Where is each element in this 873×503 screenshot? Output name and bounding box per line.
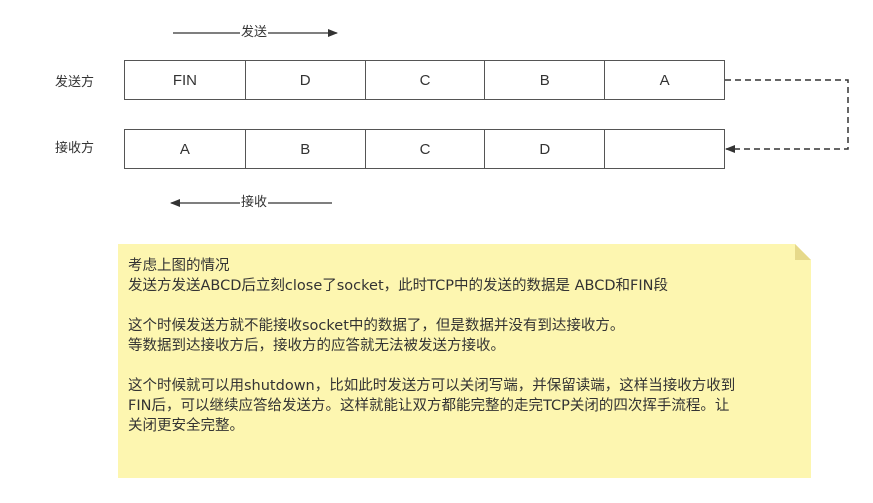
receiver-cell: D — [484, 130, 604, 168]
note-line: 等数据到达接收方后，接收方的应答就无法被发送方接收。 — [128, 338, 505, 354]
note-text: 考虑上图的情况 发送方发送ABCD后立刻close了socket，此时TCP中的… — [128, 256, 800, 436]
note-line: 考虑上图的情况 — [128, 258, 230, 274]
note-line: 关闭更安全完整。 — [128, 418, 244, 434]
receiver-cell: C — [364, 130, 485, 168]
sender-cell: FIN — [172, 71, 197, 89]
sender-label: 发送方 — [55, 75, 95, 90]
explanation-note: 考虑上图的情况 发送方发送ABCD后立刻close了socket，此时TCP中的… — [118, 244, 811, 478]
sender-cell: B — [484, 61, 604, 99]
transfer-dashed-connector — [725, 79, 849, 153]
note-line: 这个时候就可以用shutdown，比如此时发送方可以关闭写端，并保留读端，这样当… — [128, 378, 736, 394]
receiver-buffer: A B C D — [124, 129, 725, 169]
note-line: 发送方发送ABCD后立刻close了socket，此时TCP中的发送的数据是 A… — [128, 278, 668, 294]
receiver-cell: B — [244, 130, 365, 168]
note-line: 这个时候发送方就不能接收socket中的数据了，但是数据并没有到达接收方。 — [128, 318, 625, 334]
sender-cell: D — [244, 61, 365, 99]
note-spacer — [128, 356, 800, 376]
send-arrow-label: 发送 — [240, 25, 269, 40]
receive-arrow-label: 接收 — [240, 195, 269, 210]
note-spacer — [128, 296, 800, 316]
receiver-cell — [604, 130, 724, 168]
receiver-label: 接收方 — [55, 141, 95, 156]
note-line: FIN后，可以继续应答给发送方。这样就能让双方都能完整的走完TCP关闭的四次挥手… — [128, 398, 730, 414]
sender-cell: C — [364, 61, 485, 99]
sender-buffer: FIN D C B A — [124, 60, 725, 100]
sender-cell: A — [604, 61, 724, 99]
receiver-cell: A — [179, 140, 190, 158]
